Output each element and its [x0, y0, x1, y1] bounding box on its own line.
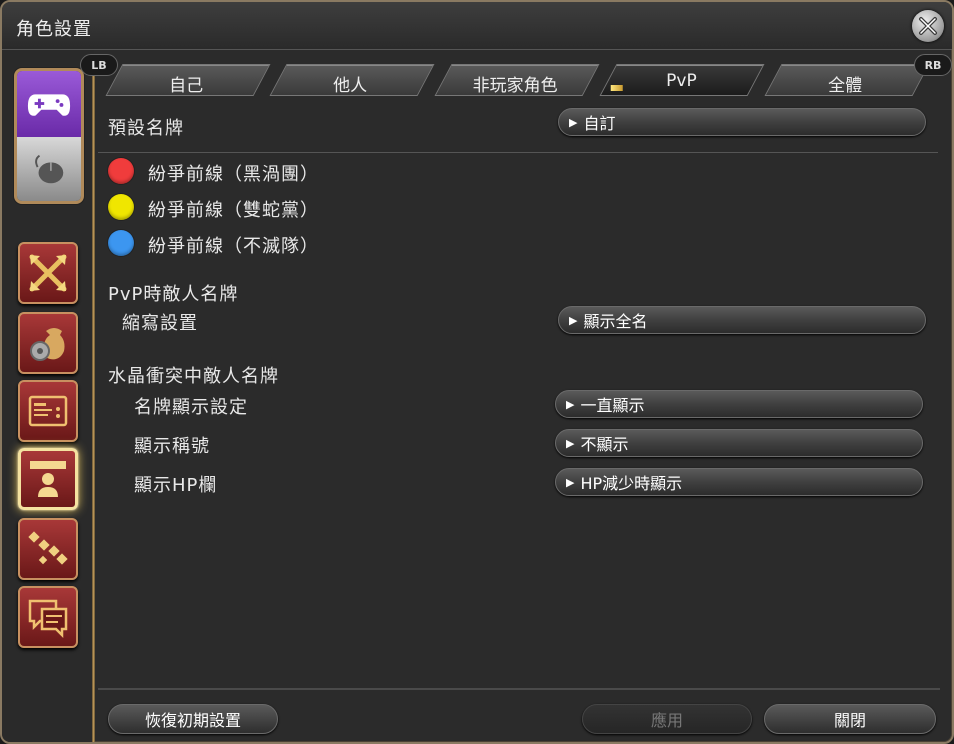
apply-button[interactable]: 應用	[582, 704, 752, 734]
window-title: 角色設置	[16, 19, 92, 40]
preset-value: 自訂	[583, 114, 616, 133]
play-arrow-icon: ▶	[569, 313, 578, 327]
show-title-dropdown[interactable]: ▶ 不顯示	[555, 429, 923, 457]
lb-shoulder-badge: LB	[80, 54, 118, 76]
section-divider	[98, 152, 938, 153]
play-arrow-icon: ▶	[566, 436, 575, 450]
close-button[interactable]: 關閉	[764, 704, 936, 734]
sidebar-category-party[interactable]	[18, 518, 78, 580]
sidebar-category-gear[interactable]	[18, 312, 78, 374]
input-device-toggle[interactable]	[14, 68, 84, 204]
sidebar-category-general[interactable]	[18, 242, 78, 304]
chat-icon	[28, 599, 68, 639]
tab-npc[interactable]: 非玩家角色	[434, 64, 600, 96]
frontline-immortal-flames-label: 紛爭前線（不滅隊）	[148, 236, 319, 257]
character-settings-window: 角色設置 LB RB 自己 他人 非玩家角色 PvP 全體 預設名牌 ▶ 自訂 …	[0, 0, 954, 744]
mouse-mode-button[interactable]	[17, 137, 81, 201]
close-icon	[919, 17, 937, 35]
frontline-twin-adder-label: 紛爭前線（雙蛇黨）	[148, 200, 319, 221]
show-hp-bar-dropdown[interactable]: ▶ HP減少時顯示	[555, 468, 923, 496]
tab-all[interactable]: 全體	[764, 64, 930, 96]
mouse-icon	[35, 154, 64, 184]
show-title-value: 不顯示	[580, 435, 629, 454]
sidebar-category-card[interactable]	[18, 380, 78, 442]
color-swatch-twin-adder[interactable]	[108, 194, 134, 220]
card-icon	[28, 395, 68, 427]
frontline-maelstrom-label: 紛爭前線（黑渦團）	[148, 164, 319, 185]
title-bar: 角色設置	[2, 2, 952, 50]
abbreviation-label: 縮寫設置	[122, 313, 198, 334]
tab-pvp[interactable]: PvP	[599, 64, 765, 96]
gear-bag-icon	[30, 328, 65, 361]
sidebar-divider	[92, 62, 95, 742]
nameplate-display-dropdown[interactable]: ▶ 一直顯示	[555, 390, 923, 418]
color-swatch-immortal-flames[interactable]	[108, 230, 134, 256]
crystal-conflict-heading: 水晶衝突中敵人名牌	[108, 366, 279, 387]
color-swatch-maelstrom[interactable]	[108, 158, 134, 184]
play-arrow-icon: ▶	[569, 115, 578, 129]
nameplate-icon	[30, 461, 66, 497]
nameplate-display-label: 名牌顯示設定	[134, 397, 248, 418]
reset-defaults-button[interactable]: 恢復初期設置	[108, 704, 278, 734]
nameplate-display-value: 一直顯示	[580, 396, 645, 415]
gamepad-icon	[27, 94, 71, 116]
tab-self[interactable]: 自己	[105, 64, 271, 96]
close-window-button[interactable]	[912, 10, 944, 42]
gamepad-mode-button[interactable]	[17, 71, 81, 137]
tab-others[interactable]: 他人	[269, 64, 435, 96]
sidebar-category-chat[interactable]	[18, 586, 78, 648]
show-hp-bar-label: 顯示HP欄	[134, 475, 218, 496]
footer-divider	[98, 688, 940, 690]
abbreviation-dropdown[interactable]: ▶ 顯示全名	[558, 306, 926, 334]
show-title-label: 顯示稱號	[134, 436, 210, 457]
play-arrow-icon: ▶	[566, 397, 575, 411]
play-arrow-icon: ▶	[566, 475, 575, 489]
chain-icon	[28, 531, 68, 565]
arrows-cross-icon	[29, 254, 67, 292]
show-hp-bar-value: HP減少時顯示	[580, 474, 683, 493]
pvp-enemy-heading: PvP時敵人名牌	[108, 284, 239, 305]
rb-shoulder-badge: RB	[914, 54, 952, 76]
preset-label: 預設名牌	[108, 118, 184, 139]
preset-dropdown[interactable]: ▶ 自訂	[558, 108, 926, 136]
abbreviation-value: 顯示全名	[583, 312, 648, 331]
sidebar-category-nameplate[interactable]	[18, 448, 78, 510]
